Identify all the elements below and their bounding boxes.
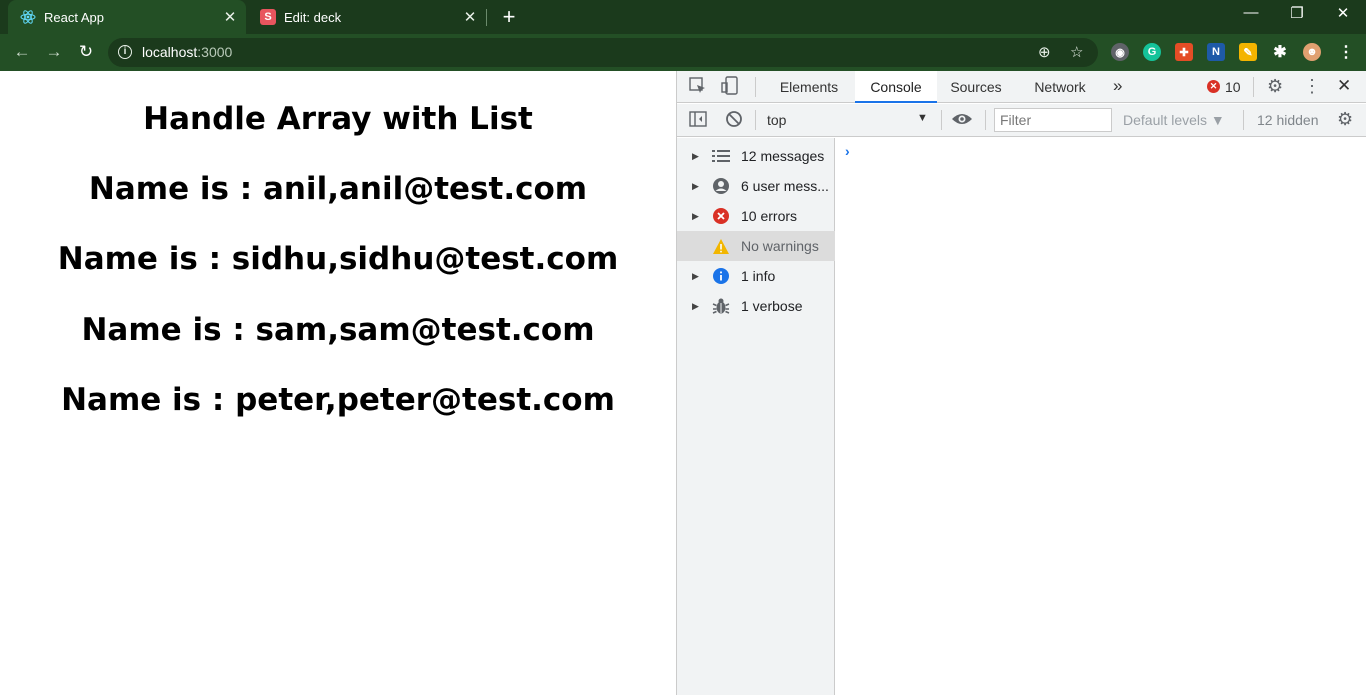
sidebar-item-label: 12 messages [741,148,825,164]
url-text[interactable]: localhost:3000 [142,44,232,60]
browser-titlebar: React App ✕ S Edit: deck ✕ + — ❐ ✕ [0,0,1366,34]
sidebar-item-label: No warnings [741,238,819,254]
tab-sources[interactable]: Sources [941,71,1011,103]
inspect-element-icon[interactable] [689,77,707,100]
console-prompt-chevron[interactable]: › [845,143,850,159]
tab-network[interactable]: Network [1023,71,1097,103]
divider [985,110,986,130]
browser-toolbar: ← → ↻ i localhost:3000 ⊕ ☆ ◉ G ✚ N ✎ ✱ ☻ ⋮ [0,34,1366,71]
console-sidebar: ▶ 12 messages ▶ 6 user mess... ▶ 10 erro… [677,138,835,695]
divider [755,77,756,97]
devtools-tabbar: Elements Console Sources Network » ✕ 10 … [677,71,1366,103]
sidebar-item-info[interactable]: ▶ 1 info [677,261,835,291]
sidebar-item-messages[interactable]: ▶ 12 messages [677,141,835,171]
info-icon [711,266,731,286]
sidebar-item-verbose[interactable]: ▶ 1 verbose [677,291,835,321]
sidebar-item-label: 1 verbose [741,298,803,314]
kebab-menu-icon[interactable]: ⋮ [1303,76,1321,97]
error-count[interactable]: 10 [1225,79,1241,95]
tab-console[interactable]: Console [855,71,937,103]
s-icon: S [260,9,276,25]
minimize-button[interactable]: — [1236,4,1266,21]
reload-button[interactable]: ↻ [74,40,98,64]
name-row: Name is : peter,peter@test.com [61,382,615,418]
divider [1253,77,1254,97]
warning-icon [711,236,731,256]
device-toolbar-icon[interactable] [721,76,739,101]
console-toolbar: top ▼ Filter Default levels ▼ 12 hidden … [677,104,1366,137]
error-icon [711,206,731,226]
grammarly-icon[interactable]: G [1143,43,1161,61]
sidebar-item-user-messages[interactable]: ▶ 6 user mess... [677,171,835,201]
more-tabs-button[interactable]: » [1113,76,1122,96]
expand-arrow-icon[interactable]: ▶ [692,271,702,282]
sidebar-item-label: 10 errors [741,208,798,224]
console-settings-gear-icon[interactable]: ⚙ [1337,109,1353,130]
filter-input[interactable]: Filter [994,108,1112,132]
restore-button[interactable]: ❐ [1282,4,1312,22]
settings-gear-icon[interactable]: ⚙ [1267,76,1283,97]
hidden-count: 12 hidden [1257,112,1319,128]
error-icon[interactable]: ✕ [1207,80,1220,93]
context-selector[interactable]: top [767,112,786,128]
list-icon [711,146,731,166]
site-info-icon[interactable]: i [118,45,132,59]
back-button[interactable]: ← [10,40,34,64]
expand-arrow-icon[interactable]: ▶ [692,301,702,312]
puzzle-icon[interactable]: ✱ [1271,43,1289,61]
tab-close-icon[interactable]: ✕ [460,8,480,26]
sidebar-item-warnings[interactable]: No warnings [677,231,835,261]
close-window-button[interactable]: ✕ [1328,4,1358,22]
name-row: Name is : sam,sam@test.com [81,312,595,348]
chevron-down-icon[interactable]: ▼ [917,112,928,124]
devtools-panel: Elements Console Sources Network » ✕ 10 … [676,71,1366,695]
zoom-icon[interactable]: ⊕ [1038,43,1051,61]
pencil-icon[interactable]: ✎ [1239,43,1257,61]
clear-console-icon[interactable] [725,110,743,133]
name-row: Name is : sidhu,sidhu@test.com [57,241,619,277]
close-devtools-icon[interactable]: ✕ [1337,76,1351,96]
tab-react-app[interactable]: React App ✕ [8,0,246,34]
bookmark-star-icon[interactable]: ☆ [1070,43,1083,61]
tab-separator [486,9,487,26]
divider [755,110,756,130]
tab-elements[interactable]: Elements [769,71,849,103]
profile-avatar-icon[interactable]: ☻ [1303,43,1321,61]
divider [1243,110,1244,130]
new-tab-button[interactable]: + [498,5,520,29]
user-icon [711,176,731,196]
tab-close-icon[interactable]: ✕ [220,8,240,26]
divider [941,110,942,130]
page-heading: Handle Array with List [143,101,533,137]
forward-button[interactable]: → [42,40,66,64]
extension-red-icon[interactable]: ✚ [1175,43,1193,61]
sidebar-item-label: 6 user mess... [741,178,829,194]
tab-title: React App [44,9,104,25]
react-icon [20,9,36,25]
name-row: Name is : anil,anil@test.com [88,171,588,207]
url-host: localhost [142,44,198,60]
sidebar-item-errors[interactable]: ▶ 10 errors [677,201,835,231]
n-extension-icon[interactable]: N [1207,43,1225,61]
bug-icon [711,296,731,316]
record-icon[interactable]: ◉ [1111,43,1129,61]
address-bar[interactable]: i localhost:3000 ⊕ ☆ [108,38,1098,67]
eye-icon[interactable] [951,109,973,134]
expand-arrow-icon[interactable]: ▶ [692,181,702,192]
log-levels-dropdown[interactable]: Default levels ▼ [1123,112,1225,128]
expand-arrow-icon[interactable]: ▶ [692,151,702,162]
sidebar-item-label: 1 info [741,268,776,284]
menu-icon[interactable]: ⋮ [1337,43,1355,61]
expand-arrow-icon[interactable]: ▶ [692,211,702,222]
tab-edit-deck[interactable]: S Edit: deck ✕ [248,0,486,34]
tab-title: Edit: deck [284,9,342,25]
page-content: Handle Array with List Name is : anil,an… [0,71,676,695]
sidebar-toggle-icon[interactable] [689,111,707,132]
url-port: :3000 [197,44,233,60]
